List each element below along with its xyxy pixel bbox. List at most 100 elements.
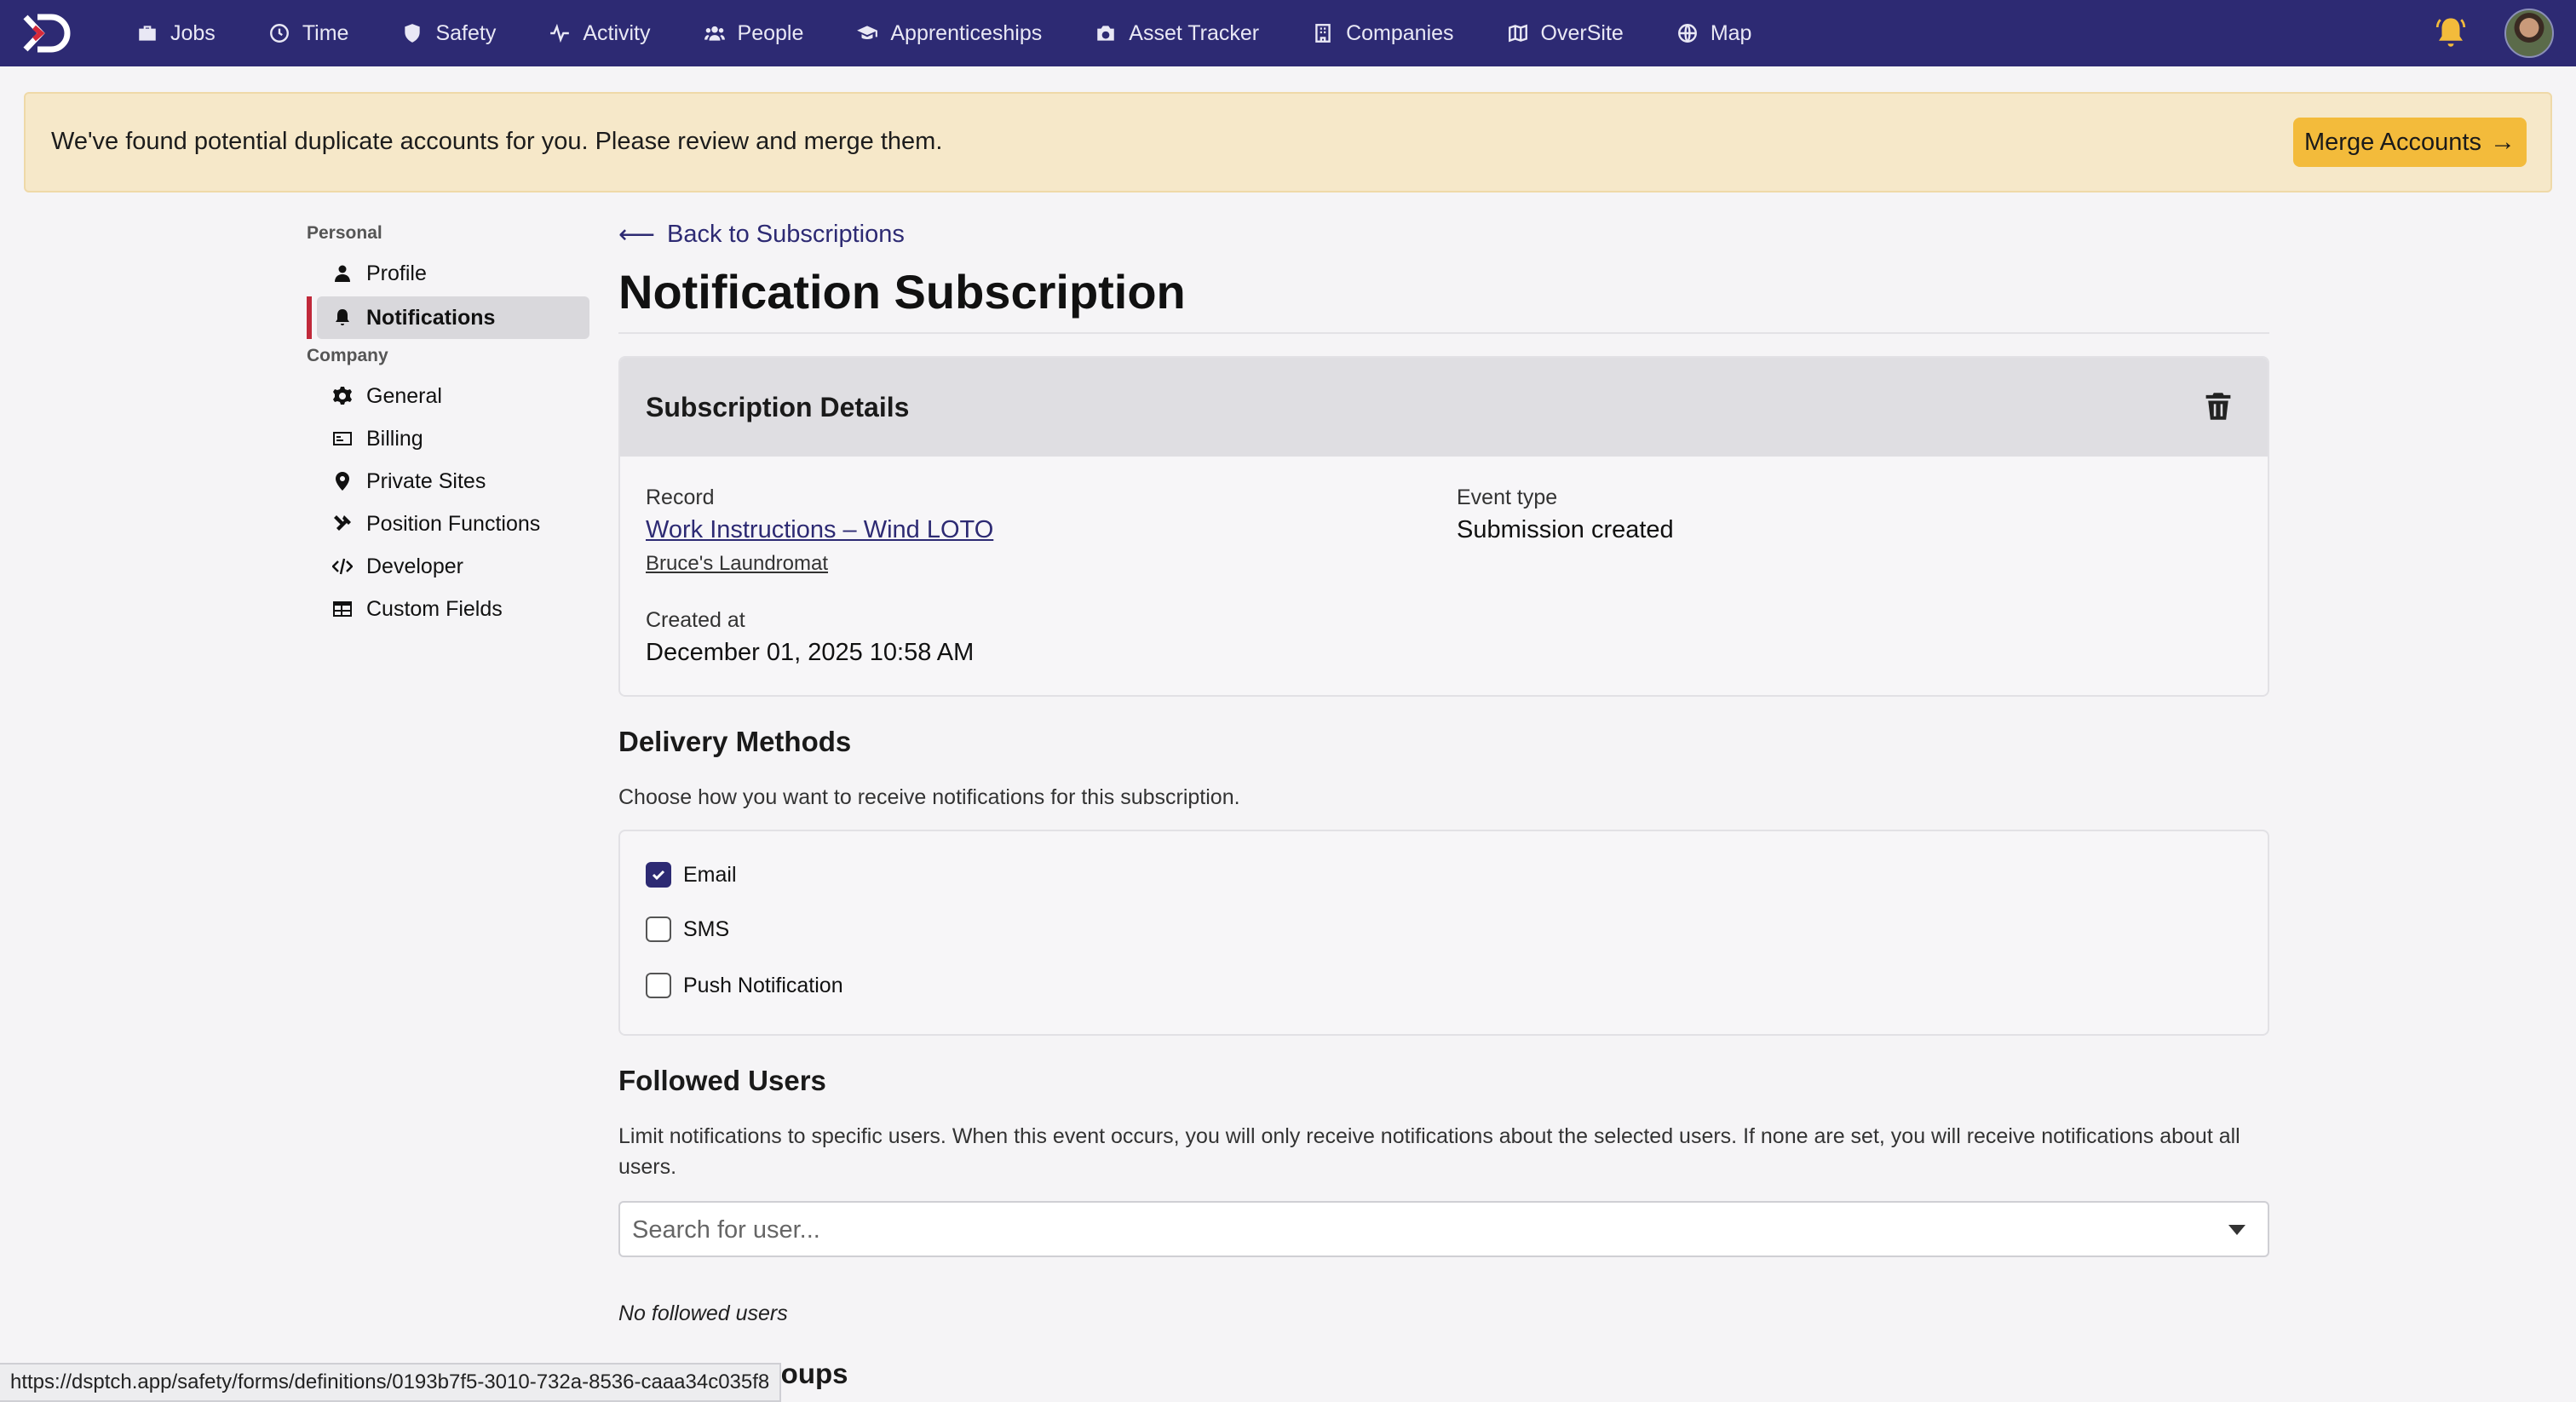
- nav-activity[interactable]: Activity: [549, 0, 651, 66]
- people-icon: [704, 26, 725, 41]
- delivery-methods-heading: Delivery Methods: [618, 726, 852, 757]
- user-avatar[interactable]: [2504, 9, 2554, 58]
- code-icon: [331, 554, 354, 578]
- delivery-methods-box: Email SMS Push Notification: [618, 830, 2269, 1036]
- sidebar-item-label: Profile: [366, 261, 427, 285]
- subscription-details-card: Subscription Details Record Work Instruc…: [618, 356, 2269, 697]
- followed-users-heading: Followed Users: [618, 1065, 826, 1096]
- sidebar-item-label: Private Sites: [366, 468, 486, 493]
- building-icon: [1315, 24, 1331, 43]
- record-company-link[interactable]: Bruce's Laundromat: [646, 552, 828, 576]
- nav-companies-label: Companies: [1346, 20, 1454, 45]
- trash-icon[interactable]: [2205, 392, 2232, 421]
- user-icon: [331, 261, 354, 285]
- sidebar-item-profile[interactable]: Profile: [317, 252, 589, 295]
- event-type-label: Event type: [1457, 486, 1558, 509]
- record-link[interactable]: Work Instructions – Wind LOTO: [646, 516, 993, 544]
- sidebar-item-label: Custom Fields: [366, 596, 503, 621]
- map-fold-icon: [1508, 24, 1527, 43]
- nav-time[interactable]: Time: [268, 0, 349, 66]
- sidebar-item-label: Billing: [366, 426, 423, 451]
- dsptch-logo[interactable]: [22, 12, 75, 55]
- merge-accounts-button[interactable]: Merge Accounts →: [2293, 118, 2527, 167]
- arrow-left-icon: ⟵: [618, 221, 656, 249]
- billing-card-icon: [331, 427, 354, 451]
- user-search-input[interactable]: Search for user...: [618, 1201, 2269, 1257]
- sidebar-item-custom-fields[interactable]: Custom Fields: [317, 588, 589, 630]
- sidebar-heading-company: Company: [307, 346, 388, 365]
- nav-jobs[interactable]: Jobs: [136, 0, 216, 66]
- map-pin-icon: [331, 469, 354, 493]
- nav-safety[interactable]: Safety: [401, 0, 496, 66]
- search-placeholder: Search for user...: [632, 1216, 820, 1244]
- nav-time-label: Time: [302, 20, 349, 45]
- card-title: Subscription Details: [646, 392, 910, 422]
- briefcase-icon: [139, 26, 156, 41]
- nav-map[interactable]: Map: [1676, 0, 1752, 66]
- arrow-right-icon: →: [2489, 128, 2516, 156]
- delivery-methods-description: Choose how you want to receive notificat…: [618, 785, 1240, 809]
- nav-companies[interactable]: Companies: [1312, 0, 1454, 66]
- event-type-value: Submission created: [1457, 516, 1674, 543]
- nav-jobs-label: Jobs: [170, 20, 216, 45]
- nav-asset-tracker-label: Asset Tracker: [1129, 20, 1260, 45]
- sidebar-item-private-sites[interactable]: Private Sites: [317, 460, 589, 503]
- sidebar-item-billing[interactable]: Billing: [317, 417, 589, 460]
- sidebar-item-label: Position Functions: [366, 511, 541, 536]
- created-at-value: December 01, 2025 10:58 AM: [646, 639, 975, 666]
- nav-activity-label: Activity: [583, 20, 651, 45]
- duplicate-accounts-banner: We've found potential duplicate accounts…: [24, 92, 2552, 192]
- page-title: Notification Subscription: [618, 265, 1186, 319]
- email-checkbox-row[interactable]: Email: [646, 862, 737, 888]
- notification-bell-icon[interactable]: [2433, 15, 2469, 51]
- divider: [618, 332, 2269, 334]
- camera-icon: [1097, 26, 1115, 41]
- push-notification-label: Push Notification: [683, 973, 843, 997]
- nav-people[interactable]: People: [704, 0, 804, 66]
- push-notification-checkbox[interactable]: [646, 973, 671, 998]
- pulse-icon: [550, 23, 570, 43]
- banner-message: We've found potential duplicate accounts…: [51, 128, 943, 155]
- nav-apprenticeships[interactable]: Apprenticeships: [856, 0, 1042, 66]
- bell-icon: [331, 306, 354, 330]
- sms-checkbox-row[interactable]: SMS: [646, 916, 729, 942]
- sidebar-item-label: Notifications: [366, 305, 496, 330]
- back-to-subscriptions-link[interactable]: ⟵ Back to Subscriptions: [618, 220, 905, 250]
- created-at-label: Created at: [646, 608, 745, 632]
- sidebar-heading-personal: Personal: [307, 223, 382, 243]
- nav-map-label: Map: [1710, 20, 1752, 45]
- status-bar-url: https://dsptch.app/safety/forms/definiti…: [0, 1363, 782, 1402]
- table-icon: [331, 597, 354, 621]
- merge-accounts-label: Merge Accounts: [2304, 128, 2481, 156]
- sidebar-item-notifications[interactable]: Notifications: [317, 296, 589, 339]
- email-checkbox[interactable]: [646, 862, 671, 888]
- nav-asset-tracker[interactable]: Asset Tracker: [1095, 0, 1259, 66]
- sidebar-item-position-functions[interactable]: Position Functions: [317, 503, 589, 545]
- tools-icon: [331, 512, 354, 536]
- sidebar-item-general[interactable]: General: [317, 375, 589, 417]
- sidebar-item-developer[interactable]: Developer: [317, 545, 589, 588]
- sidebar-item-label: General: [366, 383, 442, 408]
- nav-oversite-label: OverSite: [1540, 20, 1624, 45]
- checkmark-icon: [652, 870, 665, 881]
- graduation-cap-icon: [857, 26, 878, 40]
- back-link-label: Back to Subscriptions: [667, 221, 905, 248]
- nav-apprenticeships-label: Apprenticeships: [890, 20, 1043, 45]
- shield-icon: [405, 24, 421, 43]
- sms-checkbox[interactable]: [646, 916, 671, 942]
- chevron-down-icon[interactable]: [2228, 1225, 2245, 1235]
- no-followed-users-text: No followed users: [618, 1301, 788, 1325]
- record-label: Record: [646, 486, 715, 509]
- active-indicator: [307, 296, 312, 339]
- sidebar-item-label: Developer: [366, 554, 463, 578]
- nav-people-label: People: [737, 20, 804, 45]
- push-notification-checkbox-row[interactable]: Push Notification: [646, 973, 843, 998]
- nav-oversite[interactable]: OverSite: [1507, 0, 1624, 66]
- sms-label: SMS: [683, 916, 730, 941]
- email-label: Email: [683, 862, 737, 887]
- gear-icon: [331, 384, 354, 408]
- followed-users-description: Limit notifications to specific users. W…: [618, 1124, 2240, 1179]
- top-navbar: Jobs Time Safety Activity People Apprent…: [0, 0, 2576, 66]
- clock-icon: [269, 24, 289, 43]
- nav-safety-label: Safety: [435, 20, 497, 45]
